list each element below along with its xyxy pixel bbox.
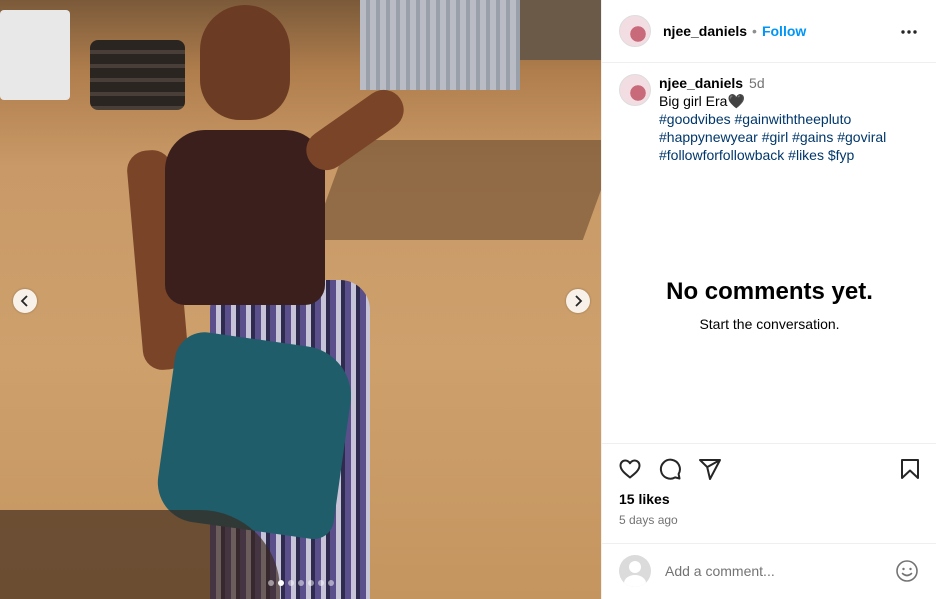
current-user-avatar: [619, 555, 651, 587]
background-wall: [360, 0, 520, 90]
previous-slide-button[interactable]: [13, 289, 37, 313]
save-button[interactable]: [898, 457, 924, 483]
next-slide-button[interactable]: [566, 289, 590, 313]
chevron-right-icon: [575, 295, 583, 307]
post-date[interactable]: 5 days ago: [619, 513, 678, 527]
emoji-icon: [896, 560, 918, 582]
add-comment-bar: [619, 555, 919, 587]
chevron-left-icon: [20, 295, 28, 307]
background-truck: [0, 10, 70, 100]
post-media[interactable]: [0, 0, 601, 599]
slide-dot: [317, 580, 324, 586]
person-top: [165, 130, 325, 305]
caption-avatar[interactable]: [619, 74, 651, 106]
caption-hashtags[interactable]: #goodvibes #gainwiththeepluto #happynewy…: [659, 110, 919, 164]
slide-dot: [277, 580, 284, 586]
likes-count[interactable]: 15 likes: [619, 491, 670, 507]
more-horizontal-icon: [901, 30, 917, 34]
instagram-post-modal: njee_daniels • Follow njee_daniels 5d Big…: [0, 0, 936, 599]
slide-dot: [307, 580, 314, 586]
header-separator: •: [752, 23, 757, 39]
comment-input[interactable]: [665, 563, 875, 579]
caption-username[interactable]: njee_daniels: [659, 75, 743, 91]
caption-line: Big girl Era🖤: [659, 93, 745, 109]
slide-indicator: [0, 580, 601, 586]
ground-shadow: [311, 140, 601, 240]
heart-icon: [619, 459, 641, 479]
action-bar: [618, 457, 923, 483]
post-header: njee_daniels • Follow: [602, 0, 936, 63]
empty-comments-subtitle: Start the conversation.: [699, 316, 840, 332]
caption-text: njee_daniels 5d Big girl Era🖤 #goodvibes …: [659, 74, 919, 164]
slide-dot: [297, 580, 304, 586]
emoji-button[interactable]: [895, 559, 919, 583]
bookmark-icon: [901, 459, 919, 479]
background-tires: [90, 40, 185, 110]
more-options-button[interactable]: [899, 22, 919, 42]
follow-button[interactable]: Follow: [762, 23, 806, 39]
share-button[interactable]: [698, 457, 724, 483]
author-username[interactable]: njee_daniels: [663, 23, 747, 39]
background-structure: [520, 0, 601, 60]
slide-dot: [287, 580, 294, 586]
comment-icon: [659, 458, 681, 480]
share-icon: [699, 459, 721, 480]
slide-dot: [267, 580, 274, 586]
caption-timestamp[interactable]: 5d: [749, 75, 765, 91]
empty-comments: No comments yet. Start the conversation.: [602, 278, 936, 332]
comment-button[interactable]: [658, 457, 684, 483]
like-button[interactable]: [618, 457, 644, 483]
post-caption: njee_daniels 5d Big girl Era🖤 #goodvibes …: [619, 74, 919, 164]
person-head: [200, 5, 290, 120]
author-avatar[interactable]: [619, 15, 651, 47]
slide-dot: [327, 580, 334, 586]
empty-comments-title: No comments yet.: [666, 278, 873, 305]
post-side-panel: njee_daniels • Follow njee_daniels 5d Big…: [601, 0, 936, 599]
divider: [602, 543, 936, 544]
divider: [602, 443, 936, 444]
